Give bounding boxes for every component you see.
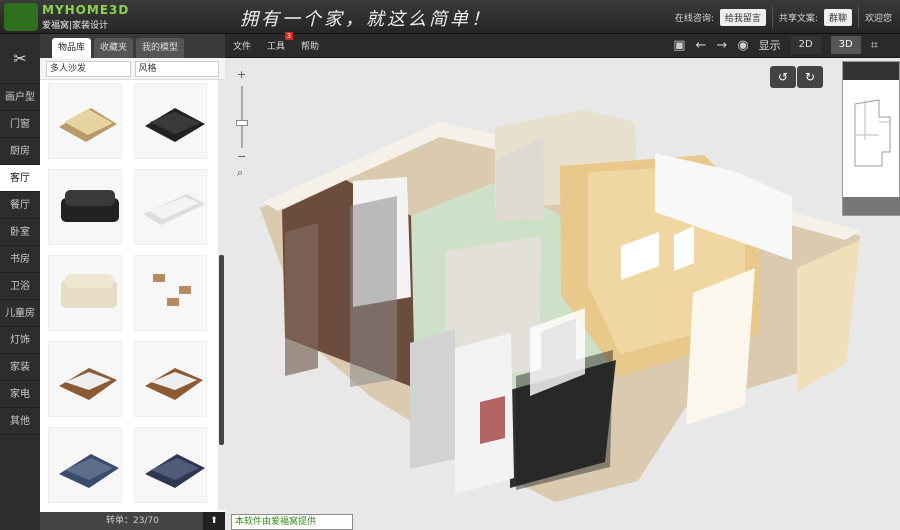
category-item-13[interactable]: 其他 [0, 408, 40, 435]
online-help-label: 在线咨询: [674, 13, 714, 24]
divider [771, 6, 773, 28]
catalog-panel: 物品库 收藏夹 我的模型 多人沙发 风格 转单：23/70 ⬆ [40, 34, 225, 530]
slogan: 拥有一个家，就这么简单！ [240, 9, 492, 30]
sofa-thumbnail[interactable] [133, 341, 207, 417]
save-icon[interactable]: ▣ [673, 38, 685, 53]
sofa-thumbnail[interactable] [133, 255, 207, 331]
scrollbar-thumb[interactable] [219, 255, 224, 445]
style-select[interactable]: 风格 [134, 61, 219, 77]
minimap[interactable] [842, 61, 900, 216]
minimap-header [843, 62, 899, 80]
zoom-control[interactable]: + − ⌕ [235, 68, 249, 180]
menu-file[interactable]: 文件 [225, 39, 259, 52]
sofa-thumbnail[interactable] [48, 169, 122, 245]
sofa-thumbnail[interactable] [48, 255, 122, 331]
logo-icon [4, 3, 38, 31]
redo-icon[interactable]: → [716, 38, 727, 53]
category-item-2[interactable]: 门窗 [0, 111, 40, 138]
tab-items[interactable]: 物品库 [52, 38, 92, 58]
logo-text: MYHOME3D [42, 3, 130, 17]
rotate-left-icon[interactable]: ↺ [770, 66, 796, 88]
catalog-footer: 转单：23/70 ⬆ [40, 512, 225, 530]
sofa-thumbnail[interactable] [48, 83, 122, 159]
category-item-8[interactable]: 卫浴 [0, 273, 40, 300]
undo-icon[interactable]: ← [696, 38, 707, 53]
catalog-scrollbar[interactable] [218, 80, 225, 510]
subcategory-select[interactable]: 多人沙发 [46, 61, 131, 77]
menu-help[interactable]: 帮助 [293, 39, 327, 52]
filters: 多人沙发 风格 [40, 58, 225, 80]
page-count: 转单：23/70 [106, 516, 159, 526]
view-3d-button[interactable]: 3D [830, 36, 861, 54]
scroll-top-icon[interactable]: ⬆ [203, 512, 225, 530]
camera-icon[interactable]: ⌗ [871, 38, 878, 53]
display-label[interactable]: 显示 [759, 37, 781, 53]
sofa-thumbnail[interactable] [48, 341, 122, 417]
sofa-thumbnail[interactable] [133, 83, 207, 159]
sofa-thumbnail[interactable] [133, 169, 207, 245]
zoom-track [241, 86, 243, 148]
category-item-12[interactable]: 家电 [0, 381, 40, 408]
share-label: 共享文案: [778, 13, 818, 24]
category-item-10[interactable]: 灯饰 [0, 327, 40, 354]
sofa-grid [40, 80, 215, 506]
draw-tool-icon[interactable]: ✂ [0, 34, 40, 84]
category-item-9[interactable]: 儿童房 [0, 300, 40, 327]
zoom-slider-handle[interactable] [236, 120, 248, 126]
category-sidebar: ✂ 画户型 门窗 厨房 客厅 餐厅 卧室 书房 卫浴 儿童房 灯饰 家装 家电 其他 [0, 34, 40, 530]
sofa-thumbnail[interactable] [133, 427, 207, 503]
tab-my-models[interactable]: 我的模型 [136, 38, 185, 58]
minimap-lock-icon[interactable] [843, 197, 900, 215]
zoom-fit-icon[interactable]: ⌕ [237, 166, 243, 180]
top-right-controls: 在线咨询: 给我留言 共享文案: 群聊 欢迎您 [675, 0, 900, 34]
category-item-5[interactable]: 餐厅 [0, 192, 40, 219]
tools-badge: 3 [284, 32, 294, 40]
panel-tabs: 物品库 收藏夹 我的模型 [40, 34, 225, 58]
category-item-7[interactable]: 书房 [0, 246, 40, 273]
menu-tools[interactable]: 工具 3 [259, 32, 294, 52]
category-item-3[interactable]: 厨房 [0, 138, 40, 165]
3d-canvas[interactable]: + − ⌕ ↺ ↻ [225, 58, 900, 530]
divider [857, 6, 859, 28]
tab-favorites[interactable]: 收藏夹 [94, 38, 134, 58]
software-credit: 本软件由爱福窝提供 [231, 514, 353, 530]
view-2d-button[interactable]: 2D [790, 36, 821, 54]
minimap-plan [854, 99, 891, 167]
user-greeting[interactable]: 欢迎您 [865, 11, 892, 24]
toolbar-actions: ▣ ← → ◉ 显示 2D 3D ⌗ [673, 36, 878, 54]
rotate-right-icon[interactable]: ↻ [797, 66, 823, 88]
message-button[interactable]: 给我留言 [719, 8, 766, 26]
logo-subtitle: 爱福窝|家装设计 [42, 21, 109, 31]
category-item-11[interactable]: 家装 [0, 354, 40, 381]
editor-toolbar: 文件 工具 3 帮助 ▣ ← → ◉ 显示 2D 3D ⌗ [225, 32, 900, 58]
category-item-4[interactable]: 客厅 [0, 165, 40, 192]
category-item-6[interactable]: 卧室 [0, 219, 40, 246]
zoom-out-icon[interactable]: − [237, 150, 246, 163]
top-bar: MYHOME3D 爱福窝|家装设计 拥有一个家，就这么简单！ 在线咨询: 给我留… [0, 0, 900, 34]
chat-button[interactable]: 群聊 [823, 8, 852, 26]
display-icon[interactable]: ◉ [737, 38, 748, 53]
floorplan-3d-render [260, 110, 860, 502]
category-item-1[interactable]: 画户型 [0, 84, 40, 111]
sofa-thumbnail[interactable] [48, 427, 122, 503]
zoom-in-icon[interactable]: + [237, 68, 246, 81]
